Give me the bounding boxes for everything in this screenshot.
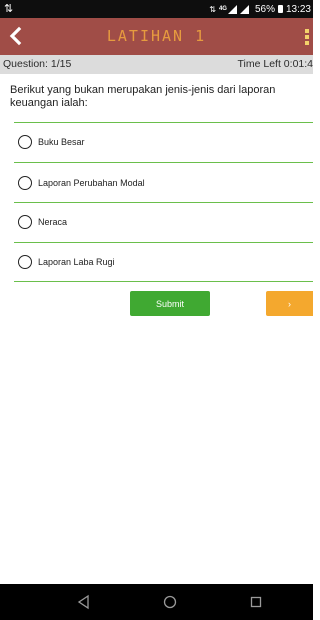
- clock: 13:23: [285, 3, 311, 15]
- radio-button[interactable]: [18, 176, 32, 190]
- divider: [14, 281, 313, 282]
- recents-square-icon[interactable]: [248, 594, 264, 610]
- quiz-info-bar: Question: 1/15 Time Left 0:01:4: [0, 55, 313, 74]
- divider: [14, 202, 313, 203]
- system-nav-bar: [0, 584, 313, 620]
- signal-icon: [227, 4, 237, 14]
- back-triangle-icon[interactable]: [76, 594, 92, 610]
- overflow-menu-icon: [305, 29, 309, 45]
- page-title: LATIHAN 1: [106, 27, 207, 45]
- status-icons: ⇅ 4G 56% 13:23: [209, 0, 311, 18]
- answer-option[interactable]: Buku Besar: [18, 131, 85, 153]
- answer-option-label: Neraca: [38, 217, 68, 227]
- radio-button[interactable]: [18, 215, 32, 229]
- divider: [14, 242, 313, 243]
- answer-option-label: Laporan Laba Rugi: [38, 257, 115, 267]
- time-left: Time Left 0:01:4: [237, 58, 313, 70]
- question-counter: Question: 1/15: [3, 58, 72, 70]
- next-button[interactable]: ›: [266, 291, 313, 316]
- question-text: Berikut yang bukan merupakan jenis-jenis…: [10, 84, 276, 109]
- answer-option[interactable]: Laporan Perubahan Modal: [18, 172, 145, 194]
- divider: [14, 122, 313, 123]
- app-bar: LATIHAN 1: [0, 18, 313, 55]
- answer-option-label: Buku Besar: [38, 137, 85, 147]
- radio-button[interactable]: [18, 135, 32, 149]
- status-bar: ⇅ ⇅ 4G 56% 13:23: [0, 0, 313, 18]
- answer-option[interactable]: Neraca: [18, 211, 67, 233]
- answer-option-label: Laporan Perubahan Modal: [38, 178, 145, 188]
- overflow-menu-button[interactable]: [303, 28, 311, 46]
- signal-icon: [239, 4, 249, 14]
- data-arrows-icon: ⇅: [209, 4, 216, 14]
- radio-button[interactable]: [18, 255, 32, 269]
- battery-percent: 56%: [254, 3, 275, 15]
- battery-icon: [277, 5, 283, 13]
- home-circle-icon[interactable]: [162, 594, 178, 610]
- answer-option[interactable]: Laporan Laba Rugi: [18, 251, 115, 273]
- divider: [14, 162, 313, 163]
- sync-icon: ⇅: [4, 3, 14, 15]
- submit-button[interactable]: Submit: [130, 291, 210, 316]
- network-type: 4G: [218, 6, 227, 12]
